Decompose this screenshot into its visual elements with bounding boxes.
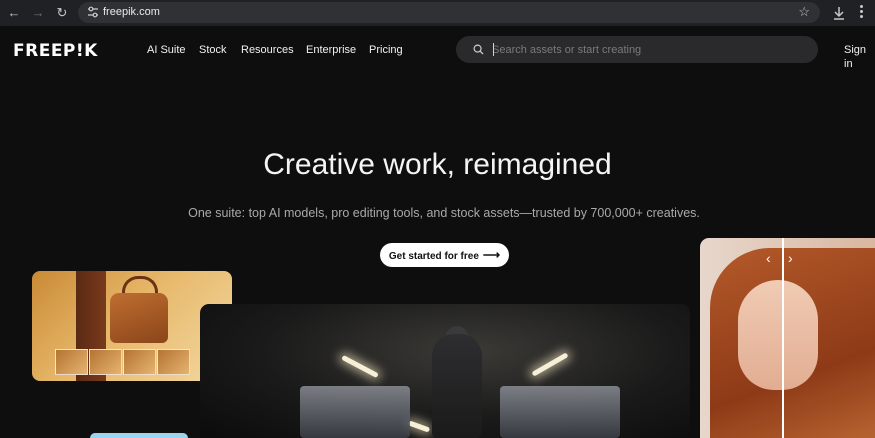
arrow-right-icon: ⟶ (482, 248, 501, 262)
nav-pricing[interactable]: Pricing (369, 43, 403, 57)
download-icon[interactable] (829, 3, 849, 23)
freepik-logo[interactable]: FREEP!K (13, 41, 98, 61)
search-bar[interactable] (456, 36, 818, 63)
star-icon[interactable]: ☆ (798, 4, 810, 20)
forward-icon[interactable]: → (28, 3, 48, 23)
address-bar[interactable]: freepik.com ☆ (78, 2, 820, 23)
compare-slider-line[interactable] (782, 238, 784, 438)
sign-in-link[interactable]: Sign in (844, 43, 875, 71)
graffiti-wall (500, 386, 620, 438)
more-icon[interactable] (858, 5, 864, 21)
nav-resources[interactable]: Resources (241, 43, 294, 57)
hero-subtitle: One suite: top AI models, pro editing to… (188, 206, 700, 220)
face-shape (738, 280, 818, 390)
person-silhouette (432, 334, 482, 438)
thumbnail-4[interactable] (157, 349, 190, 375)
ceiling-lamp (407, 420, 431, 433)
tune-icon[interactable] (86, 5, 100, 19)
back-icon[interactable]: ← (4, 3, 24, 23)
thumbnail-3[interactable] (123, 349, 156, 375)
get-started-label: Get started for free (388, 251, 479, 262)
thumbnail-1[interactable] (55, 349, 88, 375)
thumbnail-2[interactable] (89, 349, 122, 375)
nav-ai-suite[interactable]: AI Suite (147, 43, 186, 57)
nav-stock[interactable]: Stock (199, 43, 227, 57)
graffiti-wall (300, 386, 410, 438)
ceiling-lamp (341, 354, 379, 379)
browser-toolbar: ← → ↻ freepik.com ☆ (0, 0, 875, 26)
search-input[interactable] (492, 41, 792, 58)
chevron-right-icon[interactable]: › (788, 250, 793, 266)
url-text: freepik.com (103, 6, 160, 18)
hero-title: Creative work, reimagined (263, 148, 612, 181)
search-icon (473, 44, 484, 55)
chevron-left-icon[interactable]: ‹ (766, 250, 771, 266)
ceiling-lamp (531, 352, 569, 377)
variant-thumbnails (55, 349, 190, 375)
get-started-button[interactable]: Get started for free ⟶ (380, 243, 509, 267)
reload-icon[interactable]: ↻ (52, 3, 72, 23)
nav-enterprise[interactable]: Enterprise (306, 43, 356, 57)
partial-image-card[interactable] (90, 433, 188, 438)
tunnel-video-card[interactable] (200, 304, 690, 438)
text-cursor (493, 43, 494, 56)
portrait-compare-card[interactable]: ‹ › (700, 238, 875, 438)
handbag-shape (110, 293, 168, 343)
